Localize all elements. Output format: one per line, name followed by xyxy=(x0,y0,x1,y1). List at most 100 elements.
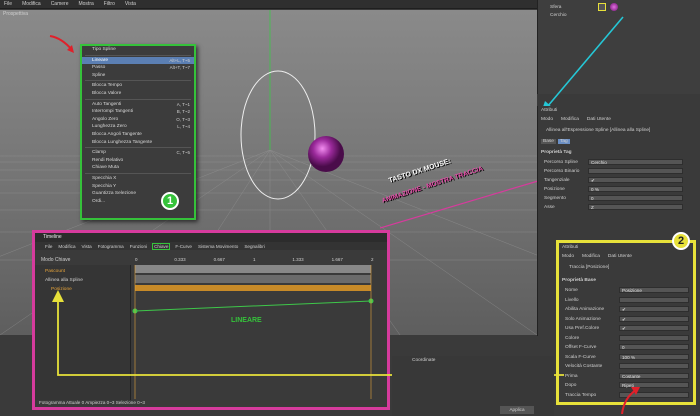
ruler-tick-label: 0.333 xyxy=(174,257,186,262)
timeline-menu-item[interactable]: File xyxy=(45,244,52,249)
tab-tag[interactable]: Tag xyxy=(557,139,570,144)
timeline-menu-item[interactable]: Chiave xyxy=(152,242,171,250)
attr-menu-modifica[interactable]: Modifica xyxy=(561,117,579,122)
object-sfera[interactable]: Sfera xyxy=(550,5,561,10)
attr-header: Allinea all'Espressione Spline [Allinea … xyxy=(546,128,651,133)
attr-menu-modo[interactable]: Modo xyxy=(541,117,553,122)
timeline-menu-item[interactable]: F-Curve xyxy=(175,244,192,249)
menu-item-label: Specchia Y xyxy=(92,183,117,189)
attr-field-label: Abilita Animazione xyxy=(565,307,605,312)
context-menu-item[interactable]: Auto Tangenti A, T~1 xyxy=(82,101,194,109)
menu-camere[interactable]: Camere xyxy=(51,1,69,7)
menu-item-shortcut: L, T~4 xyxy=(177,124,190,130)
attr-field-label: Segmento xyxy=(544,196,566,201)
material-tag-icon[interactable] xyxy=(610,3,618,11)
menu-separator xyxy=(85,80,191,82)
menu-item-label: Passo xyxy=(92,65,106,71)
attr-field-value[interactable]: 0 xyxy=(619,344,689,350)
context-menu-item[interactable]: Lunghezza Zero L, T~4 xyxy=(82,123,194,131)
timeline-menu-item[interactable]: Modifica xyxy=(58,244,75,249)
tab-base[interactable]: Base xyxy=(541,139,556,144)
pink-connector xyxy=(380,180,539,229)
timeline-status: Fotogramma Attuale 0 Ampiezza 0~3 Selezi… xyxy=(39,400,145,405)
context-menu-item[interactable]: Blocca Valore xyxy=(82,90,194,98)
menu-item-label: Blocca Lunghezza Tangente xyxy=(92,139,153,145)
context-menu-item[interactable]: Interrompi Tangenti B, T~2 xyxy=(82,108,194,116)
attr-field-value[interactable]: Cerchio xyxy=(588,159,683,165)
menu-item-shortcut: Alt+T, T~7 xyxy=(169,65,190,71)
attr2-section: Proprietà Base xyxy=(562,278,596,283)
attr-field-value[interactable] xyxy=(588,168,683,174)
attr2-menu-modifica[interactable]: Modifica xyxy=(582,254,600,259)
context-menu-item[interactable]: Blocca Angoli Tangente xyxy=(82,131,194,139)
attr-field-value[interactable]: 0 % xyxy=(588,186,683,192)
timeline-menu-item[interactable]: Vista xyxy=(82,244,92,249)
menu-item-shortcut: C, T~5 xyxy=(176,150,190,156)
menu-item-label: Ordi... xyxy=(92,198,106,204)
timeline-menu: File Modifica Vista Fotogramma Funzioni Chiav… xyxy=(35,242,387,250)
track-pascount[interactable]: Pascount xyxy=(45,269,65,274)
menu-item-label: Interrompi Tangenti xyxy=(92,109,133,115)
context-menu-item[interactable]: Angolo Zero O, T~3 xyxy=(82,116,194,124)
cyan-arrow-icon xyxy=(541,16,624,113)
menu-item-label: Clamp xyxy=(92,150,106,156)
attr-section: Proprietà Tag xyxy=(541,150,572,155)
menu-item-label: Auto Tangenti xyxy=(92,101,122,107)
menu-separator xyxy=(85,172,191,174)
context-menu-item[interactable]: Blocca Lunghezza Tangente xyxy=(82,139,194,147)
attr2-menu-modo[interactable]: Modo xyxy=(562,254,574,259)
attr2-menu-dati-utente[interactable]: Dati Utente xyxy=(608,254,632,259)
menu-item-label: Guantizza Selezione xyxy=(92,191,136,197)
attr-menu-dati-utente[interactable]: Dati Utente xyxy=(587,117,611,122)
attr-field-value[interactable]: Posizione xyxy=(619,287,689,293)
menu-separator xyxy=(85,147,191,149)
attr-field-value[interactable]: ✔ xyxy=(619,306,689,312)
menu-item-shortcut: Alt+L, T~5 xyxy=(169,57,190,63)
red-arrow-bottom-icon xyxy=(621,387,640,414)
context-menu-item[interactable]: Specchia Y xyxy=(82,183,194,191)
menu-item-label: Specchia X xyxy=(92,175,117,181)
attr-field-value[interactable]: 100 % xyxy=(619,353,689,360)
attr-field-value[interactable] xyxy=(619,334,689,341)
timeline-ruler[interactable]: 0 0.333 0.667 1 1.333 1.667 2 xyxy=(135,257,375,264)
context-menu-item[interactable]: Blocca Tempo xyxy=(82,82,194,90)
menu-item-label: Blocca Angoli Tangente xyxy=(92,131,142,137)
context-menu-item[interactable]: Clamp C, T~5 xyxy=(82,149,194,157)
menu-vista[interactable]: Vista xyxy=(125,1,136,7)
attr-field-label: Dopo xyxy=(565,383,577,388)
menu-item-label: Angolo Zero xyxy=(92,116,119,122)
timeline-menu-item[interactable]: Sistema Movimento xyxy=(198,244,238,249)
attr-field-value[interactable]: Costante xyxy=(619,372,689,379)
track-align-spline[interactable]: Allinea alla Spline xyxy=(45,278,83,283)
menu-modifica[interactable]: Modifica xyxy=(22,1,41,7)
menu-file[interactable]: File xyxy=(4,1,12,7)
menu-item-label: Blocca Valore xyxy=(92,90,122,96)
attr2-menu: Modo Modifica Dati Utente xyxy=(562,254,632,259)
attr-field-value[interactable]: ✔ xyxy=(588,177,683,183)
context-menu-item[interactable]: Rendi Relativo xyxy=(82,157,194,165)
attr-field-value[interactable] xyxy=(619,296,689,303)
attr-field-value[interactable] xyxy=(619,363,689,369)
attr-field-label: Usa Pref.Colore xyxy=(565,326,600,331)
menu-filtro[interactable]: Filtro xyxy=(104,1,115,7)
attr-field-value[interactable]: ✔ xyxy=(619,325,689,331)
ruler-tick-label: 1.333 xyxy=(292,257,304,262)
align-spline-tag-icon[interactable] xyxy=(598,3,606,11)
context-menu-item[interactable]: Tipo Spline xyxy=(82,46,194,54)
context-menu-item[interactable]: Chiave Muta xyxy=(82,164,194,172)
timeline-menu-item[interactable]: Segnalibri xyxy=(244,244,264,249)
apply-button[interactable]: Applica xyxy=(500,406,534,414)
timeline-menu-item[interactable]: Funzioni xyxy=(130,244,147,249)
attr-field-value[interactable]: Z xyxy=(588,204,683,210)
context-menu-item[interactable]: Passo Alt+T, T~7 xyxy=(82,64,194,72)
menu-item-label: Rendi Relativo xyxy=(92,157,124,163)
attr-field-label: Percorso Spline xyxy=(544,160,578,165)
menu-mostra[interactable]: Mostra xyxy=(78,1,93,7)
timeline-menu-item[interactable]: Fotogramma xyxy=(98,244,124,249)
attr-field-label: Velocità Costante xyxy=(565,364,603,369)
context-menu-item[interactable]: Specchia X xyxy=(82,175,194,183)
attr-field-value[interactable]: ✔ xyxy=(619,315,689,322)
context-menu-item[interactable]: Lineare Alt+L, T~5 xyxy=(82,56,194,65)
attr-field-value[interactable]: 0 xyxy=(588,195,683,201)
context-menu-item[interactable]: Spline xyxy=(82,72,194,80)
